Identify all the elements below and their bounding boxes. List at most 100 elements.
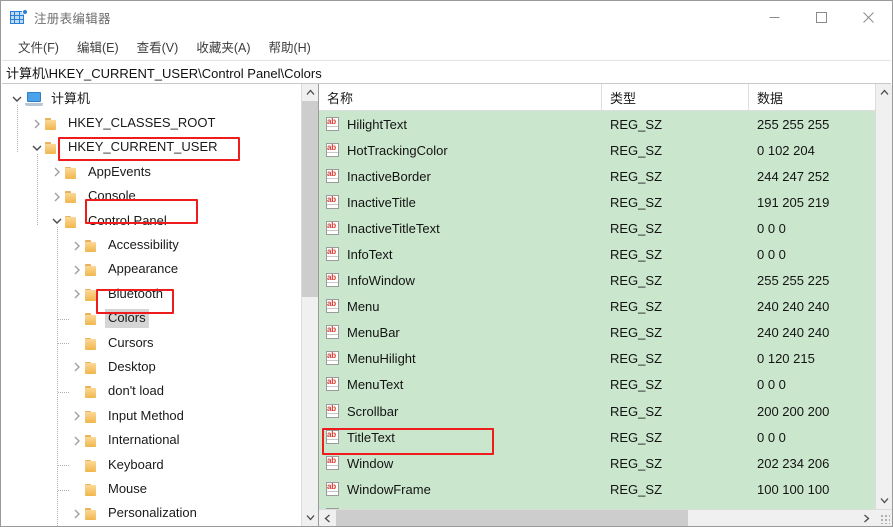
value-name-cell: ab InactiveTitle	[319, 194, 602, 210]
string-value-icon: ab	[325, 481, 341, 497]
tree-item-[interactable]: 计算机	[1, 87, 301, 111]
value-data-cell: 200 200 200	[757, 403, 830, 419]
value-type-cell: REG_SZ	[610, 299, 663, 315]
tree-scroll-thumb[interactable]	[302, 101, 318, 297]
tree-leaf-spacer	[69, 457, 85, 473]
maximize-button[interactable]	[798, 1, 845, 33]
menu-view[interactable]: 查看(V)	[128, 34, 188, 59]
chevron-right-icon[interactable]	[69, 286, 85, 302]
tree-item-appevents[interactable]: AppEvents	[1, 160, 301, 184]
tree-item-label: Keyboard	[108, 456, 164, 472]
resize-grip-icon[interactable]	[875, 510, 892, 526]
registry-value-row[interactable]: ab WindowFrame REG_SZ 100 100 100	[319, 476, 875, 502]
registry-value-row[interactable]: ab MenuHilight REG_SZ 0 120 215	[319, 346, 875, 372]
chevron-right-icon[interactable]	[69, 359, 85, 375]
value-name: InactiveTitle	[347, 194, 416, 210]
registry-value-row[interactable]: ab Scrollbar REG_SZ 200 200 200	[319, 398, 875, 424]
value-data-cell: 240 240 240	[757, 325, 830, 341]
chevron-right-icon[interactable]	[69, 506, 85, 522]
tree-item-don-t-load[interactable]: don't load	[1, 380, 301, 404]
tree-item-appearance[interactable]: Appearance	[1, 258, 301, 282]
registry-value-row[interactable]: ab InfoWindow REG_SZ 255 255 225	[319, 268, 875, 294]
list-column-headers: 名称 类型 数据	[319, 84, 875, 111]
value-type-cell: REG_SZ	[610, 455, 663, 471]
chevron-right-icon[interactable]	[29, 116, 45, 132]
chevron-right-icon[interactable]	[69, 262, 85, 278]
value-type-cell: REG_SZ	[610, 377, 663, 393]
value-name-cell: ab TitleText	[319, 429, 602, 445]
tree-item-console[interactable]: Console	[1, 185, 301, 209]
tree-item-colors[interactable]: Colors	[1, 307, 301, 331]
menu-favorites[interactable]: 收藏夹(A)	[187, 34, 259, 59]
scroll-right-icon[interactable]	[858, 510, 875, 526]
registry-value-row[interactable]: ab InactiveBorder REG_SZ 244 247 252	[319, 163, 875, 189]
chevron-right-icon[interactable]	[69, 238, 85, 254]
registry-value-row[interactable]: ab InactiveTitle REG_SZ 191 205 219	[319, 189, 875, 215]
list-scroll-up-icon[interactable]	[876, 84, 892, 101]
tree-item-input-method[interactable]: Input Method	[1, 404, 301, 428]
registry-value-row[interactable]: ab MenuBar REG_SZ 240 240 240	[319, 320, 875, 346]
scroll-left-icon[interactable]	[319, 510, 336, 526]
chevron-right-icon[interactable]	[69, 433, 85, 449]
tree-scroll-track[interactable]	[302, 101, 318, 509]
column-header-name[interactable]: 名称	[319, 84, 602, 110]
list-scroll-down-icon[interactable]	[876, 492, 892, 509]
scroll-down-icon[interactable]	[302, 509, 318, 526]
registry-value-row[interactable]: ab InfoText REG_SZ 0 0 0	[319, 241, 875, 267]
hscroll-thumb[interactable]	[336, 510, 688, 526]
close-button[interactable]	[845, 1, 892, 33]
registry-value-row[interactable]: ab HilightText REG_SZ 255 255 255	[319, 111, 875, 137]
value-data-cell: 244 247 252	[757, 168, 830, 184]
value-name-cell: ab Scrollbar	[319, 403, 602, 419]
minimize-button[interactable]	[751, 1, 798, 33]
folder-icon	[65, 190, 80, 204]
registry-value-row[interactable]: ab Menu REG_SZ 240 240 240	[319, 294, 875, 320]
menu-file[interactable]: 文件(F)	[9, 34, 68, 59]
menu-edit[interactable]: 编辑(E)	[68, 34, 128, 59]
scroll-up-icon[interactable]	[302, 84, 318, 101]
chevron-right-icon[interactable]	[49, 189, 65, 205]
hscroll-track[interactable]	[336, 510, 858, 526]
registry-value-row[interactable]: ab HotTrackingColor REG_SZ 0 102 204	[319, 137, 875, 163]
registry-value-row[interactable]: ab MenuText REG_SZ 0 0 0	[319, 372, 875, 398]
tree-item-desktop[interactable]: Desktop	[1, 355, 301, 379]
tree-item-hkey-current-user[interactable]: HKEY_CURRENT_USER	[1, 136, 301, 160]
folder-icon	[45, 117, 60, 131]
tree-item-label: Colors	[105, 309, 149, 329]
menu-help[interactable]: 帮助(H)	[259, 34, 319, 59]
registry-value-row[interactable]: ab WindowText REG_SZ0 0 0	[319, 502, 875, 509]
tree-item-control-panel[interactable]: Control Panel	[1, 209, 301, 233]
folder-icon	[65, 166, 80, 179]
list-vertical-scrollbar[interactable]	[875, 84, 892, 509]
chevron-right-icon[interactable]	[69, 408, 85, 424]
registry-values-pane: 名称 类型 数据 ab HilightText REG_SZ 255 255 255 a…	[319, 84, 892, 526]
registry-value-row[interactable]: ab InactiveTitleText REG_SZ 0 0 0	[319, 215, 875, 241]
list-scroll-track[interactable]	[876, 101, 892, 492]
tree-item-keyboard[interactable]: Keyboard	[1, 453, 301, 477]
registry-value-row[interactable]: ab TitleText REG_SZ 0 0 0	[319, 424, 875, 450]
tree-item-personalization[interactable]: Personalization	[1, 502, 301, 526]
tree-item-international[interactable]: International	[1, 428, 301, 452]
tree-item-mouse[interactable]: Mouse	[1, 477, 301, 501]
tree-item-hkey-classes-root[interactable]: HKEY_CLASSES_ROOT	[1, 111, 301, 135]
value-data-cell: 0 0 0	[757, 429, 786, 445]
value-type-cell: REG_SZ	[610, 220, 663, 236]
tree-vertical-scrollbar[interactable]	[301, 84, 318, 526]
registry-value-row[interactable]: ab Window REG_SZ 202 234 206	[319, 450, 875, 476]
address-bar[interactable]: 计算机\HKEY_CURRENT_USER\Control Panel\Colo…	[2, 60, 891, 84]
registry-values-list[interactable]: ab HilightText REG_SZ 255 255 255 ab HotTrack…	[319, 111, 875, 509]
tree-item-bluetooth[interactable]: Bluetooth	[1, 282, 301, 306]
tree-item-cursors[interactable]: Cursors	[1, 331, 301, 355]
column-header-type[interactable]: 类型	[602, 84, 749, 110]
folder-icon	[85, 312, 100, 326]
tree-item-label: HKEY_CURRENT_USER	[68, 139, 218, 155]
value-type-cell: REG_SZ	[610, 325, 663, 341]
list-horizontal-scrollbar[interactable]	[319, 509, 892, 526]
chevron-down-icon[interactable]	[9, 91, 25, 107]
chevron-right-icon[interactable]	[49, 164, 65, 180]
tree-item-accessibility[interactable]: Accessibility	[1, 233, 301, 257]
chevron-down-icon[interactable]	[49, 213, 65, 229]
registry-tree[interactable]: 计算机 HKEY_CLASSES_ROOT HKEY_CURRENT_USER App…	[1, 84, 301, 526]
column-header-data[interactable]: 数据	[749, 84, 875, 110]
chevron-down-icon[interactable]	[29, 140, 45, 156]
